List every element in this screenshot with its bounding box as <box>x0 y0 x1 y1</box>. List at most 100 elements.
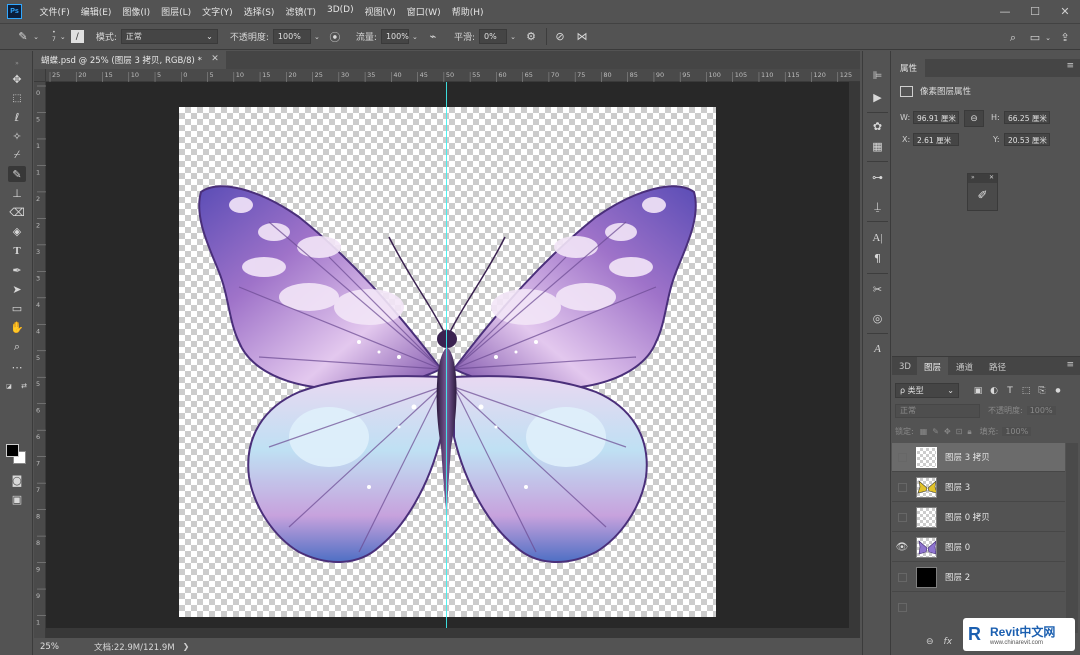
move-tool-icon[interactable]: ✥ <box>8 71 26 87</box>
workspace-icon[interactable]: ▭ <box>1026 29 1044 47</box>
layer-opacity-value[interactable]: 100% <box>1026 406 1056 415</box>
quick-mask-icon[interactable]: ◙ <box>8 472 26 488</box>
flow-input[interactable]: 100% <box>380 29 409 44</box>
more-tools-icon[interactable]: ⋯ <box>8 359 26 375</box>
height-input[interactable]: 66.25 厘米 <box>1004 111 1050 124</box>
menu-help[interactable]: 帮助(H) <box>446 5 489 18</box>
layer-row[interactable]: 图层 3 <box>892 473 1065 502</box>
default-colors-icon[interactable]: ◪ <box>4 378 14 394</box>
zoom-tool-icon[interactable]: ⌕ <box>8 339 26 355</box>
blend-mode-select[interactable]: 正常 <box>895 403 980 418</box>
chevron-down-icon[interactable]: ⌄ <box>59 28 67 46</box>
brush-panel-icon[interactable]: ∕ <box>70 30 84 43</box>
filter-kind-select[interactable]: ρ 类型 ⌄ <box>895 383 959 398</box>
horizontal-ruler[interactable]: 25 20 15 10 5 0 5 10 15 20 25 30 35 40 45 50 55 60 65 70 75 8… <box>46 69 860 82</box>
layer-row[interactable]: 图层 2 <box>892 563 1065 592</box>
layer-row[interactable]: 图层 3 拷贝 <box>892 443 1065 472</box>
visibility-toggle[interactable] <box>892 593 912 622</box>
transparent-canvas[interactable] <box>179 107 716 617</box>
tab-paths[interactable]: 路径 <box>982 357 1013 376</box>
layers-scrollbar[interactable] <box>1066 443 1078 633</box>
pressure-size-icon[interactable]: ⊘ <box>551 28 569 46</box>
chevron-down-icon[interactable]: ⌄ <box>1044 29 1052 47</box>
filter-shape-icon[interactable]: ⬚ <box>1019 384 1033 398</box>
vertical-scrollbar[interactable] <box>849 82 860 638</box>
tab-channels[interactable]: 通道 <box>949 357 980 376</box>
visibility-toggle[interactable] <box>892 443 912 472</box>
vertical-ruler[interactable]: 0 5 1 1 2 2 3 3 4 4 5 5 6 6 7 7 8 8 9 9 1 <box>34 82 46 638</box>
vertical-guide[interactable] <box>446 82 447 638</box>
y-input[interactable]: 20.53 厘米 <box>1004 133 1050 146</box>
opacity-input[interactable]: 100% <box>272 29 311 44</box>
menu-file[interactable]: 文件(F) <box>34 5 75 18</box>
zoom-level[interactable]: 25% <box>40 642 80 652</box>
chevron-down-icon[interactable]: ⌄ <box>312 28 322 46</box>
lock-all-icon[interactable]: 🔒︎ <box>967 427 971 437</box>
eyedropper-tool-icon[interactable]: ⌿ <box>8 147 26 163</box>
menu-3d[interactable]: 3D(D) <box>321 5 359 18</box>
path-select-tool-icon[interactable]: ➤ <box>8 281 26 297</box>
airbrush-icon[interactable]: ⌁ <box>424 28 442 46</box>
type-tool-icon[interactable]: T <box>8 243 26 259</box>
swatches-grid-icon[interactable]: ▦ <box>869 138 886 154</box>
eye-icon[interactable]: 👁︎ <box>892 533 912 562</box>
x-input[interactable]: 2.61 厘米 <box>913 133 959 146</box>
foreground-color-swatch[interactable] <box>6 444 19 457</box>
visibility-toggle[interactable] <box>892 473 912 502</box>
actions-play-icon[interactable]: ▶ <box>869 89 886 105</box>
document-tab[interactable]: 蝴蝶.psd @ 25% (图层 3 拷贝, RGB/8) * ✕ <box>34 51 226 69</box>
history-icon[interactable]: ⊫ <box>869 67 886 83</box>
filter-adjustment-icon[interactable]: ◐ <box>987 384 1001 398</box>
tab-3d[interactable]: 3D <box>892 357 918 376</box>
character-icon[interactable]: A| <box>869 230 886 246</box>
stamp-tool-icon[interactable]: ⊥ <box>8 185 26 201</box>
chevron-down-icon[interactable]: ⌄ <box>410 28 420 46</box>
tab-layers[interactable]: 图层 <box>917 357 949 376</box>
canvas-area[interactable] <box>46 82 860 638</box>
adjustments-icon[interactable]: ⊶ <box>869 169 886 185</box>
rectangle-tool-icon[interactable]: ▭ <box>8 300 26 316</box>
visibility-toggle[interactable] <box>892 563 912 592</box>
mode-select[interactable]: 正常 ⌄ <box>120 29 218 44</box>
brush-settings-icon[interactable]: ✐ <box>968 183 997 202</box>
maximize-button[interactable]: ☐ <box>1020 0 1050 23</box>
symmetry-icon[interactable]: ⋈ <box>573 28 591 46</box>
visibility-toggle[interactable] <box>892 503 912 532</box>
link-layers-icon[interactable]: ⊖ <box>926 637 934 647</box>
width-input[interactable]: 96.91 厘米 <box>913 111 959 124</box>
fill-value[interactable]: 100% <box>1002 427 1032 436</box>
menu-image[interactable]: 图像(I) <box>117 5 156 18</box>
menu-filter[interactable]: 滤镜(T) <box>280 5 322 18</box>
paint-bucket-tool-icon[interactable]: ◈ <box>8 223 26 239</box>
layer-row[interactable]: 👁︎ 图层 0 <box>892 533 1065 562</box>
brush-size-picker[interactable]: • 7 <box>52 30 56 44</box>
swap-colors-icon[interactable]: ⇄ <box>19 378 29 394</box>
chevron-down-icon[interactable]: ⌄ <box>32 28 40 46</box>
filter-pixel-icon[interactable]: ▣ <box>971 384 985 398</box>
menu-edit[interactable]: 编辑(E) <box>75 5 117 18</box>
pen-tool-icon[interactable]: ✒ <box>8 262 26 278</box>
menu-type[interactable]: 文字(Y) <box>197 5 239 18</box>
paragraph-icon[interactable]: ¶ <box>869 250 886 266</box>
fx-button[interactable]: fx <box>944 637 953 647</box>
layer-row[interactable]: 图层 0 拷贝 <box>892 503 1065 532</box>
panel-menu-icon[interactable]: ≡ <box>1066 360 1074 370</box>
gear-icon[interactable]: ⚙ <box>522 28 540 46</box>
screen-mode-icon[interactable]: ▣ <box>8 491 26 507</box>
close-button[interactable]: ✕ <box>1050 0 1080 23</box>
link-icon[interactable]: ⊖ <box>964 110 984 127</box>
libraries-icon[interactable]: ◎ <box>869 310 886 326</box>
smoothing-input[interactable]: 0% <box>479 29 508 44</box>
hand-tool-icon[interactable]: ✋ <box>8 319 26 335</box>
filter-toggle-icon[interactable]: ● <box>1051 384 1065 398</box>
menu-select[interactable]: 选择(S) <box>238 5 280 18</box>
floating-brush-panel[interactable]: » ✕ ✐ <box>967 173 998 211</box>
marquee-tool-icon[interactable]: ⬚ <box>8 90 26 106</box>
tab-properties[interactable]: 属性 <box>892 59 926 77</box>
panel-menu-icon[interactable]: ≡ <box>1066 61 1074 71</box>
search-icon[interactable]: ⌕ <box>1004 29 1022 47</box>
lasso-tool-icon[interactable]: ℓ <box>8 109 26 125</box>
color-palette-icon[interactable]: ✿ <box>869 118 886 134</box>
filter-type-icon[interactable]: T <box>1003 384 1017 398</box>
toolbar-collapse-icon[interactable]: » <box>8 55 26 71</box>
